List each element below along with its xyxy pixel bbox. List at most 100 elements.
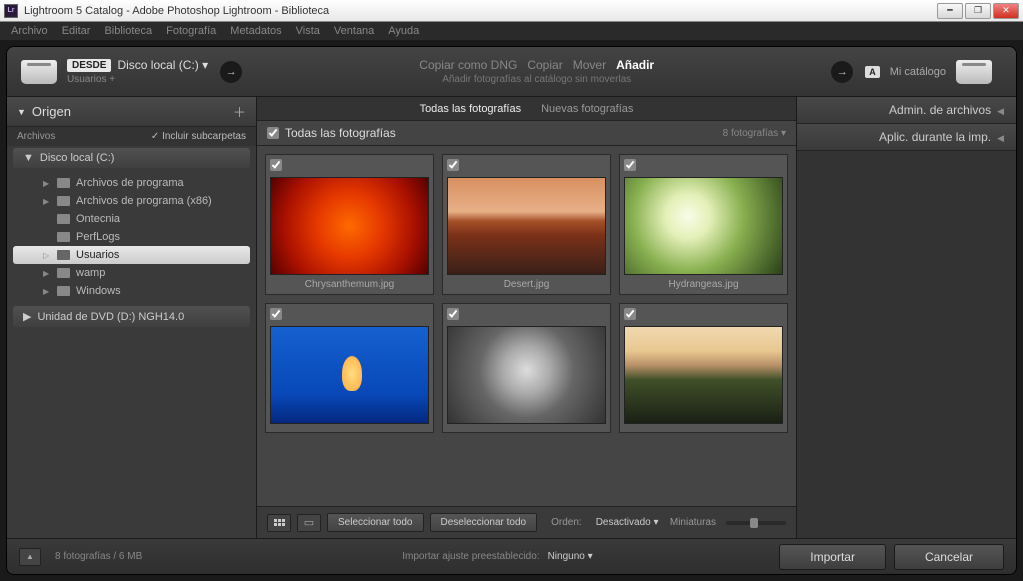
tree-item-archivos-programa-x86[interactable]: ▶Archivos de programa (x86) (7, 192, 256, 210)
source-badge: DESDE (67, 59, 111, 72)
source-arrow-icon: → (220, 61, 242, 83)
dest-shortcut: A (865, 66, 880, 78)
thumbnail-cell[interactable] (265, 303, 434, 433)
include-subfolders-toggle[interactable]: ✓ Incluir subcarpetas (151, 131, 246, 142)
dest-label[interactable]: Mi catálogo (890, 66, 946, 78)
apply-during-import-panel-header[interactable]: Aplic. durante la imp.◀ (797, 124, 1016, 151)
tree-item-wamp[interactable]: ▶wamp (7, 264, 256, 282)
preset-label: Importar ajuste preestablecido: (402, 551, 539, 562)
source-path[interactable]: Usuarios + (67, 74, 208, 85)
right-panel: Admin. de archivos◀ Aplic. durante la im… (796, 97, 1016, 538)
thumbnail-caption: Hydrangeas.jpg (624, 275, 783, 290)
menubar: Archivo Editar Biblioteca Fotografía Met… (0, 22, 1023, 40)
op-copy[interactable]: Copiar (527, 58, 562, 72)
view-grid-button[interactable] (267, 514, 291, 532)
thumbnail-caption: Chrysanthemum.jpg (270, 275, 429, 290)
thumbnail-caption (447, 424, 606, 428)
thumbnail-cell[interactable] (442, 303, 611, 433)
select-all-button[interactable]: Seleccionar todo (327, 513, 424, 532)
tree-dvd[interactable]: ▶ Unidad de DVD (D:) NGH14.0 (13, 306, 250, 327)
tab-all-photos[interactable]: Todas las fotografías (420, 103, 522, 115)
dest-arrow-icon: → (831, 61, 853, 83)
tree-item-ontecnia[interactable]: Ontecnia (7, 210, 256, 228)
status-text: 8 fotografías / 6 MB (55, 551, 142, 562)
thumbnail-image[interactable] (447, 326, 606, 424)
menu-ventana[interactable]: Ventana (327, 25, 381, 37)
thumbnail-image[interactable] (270, 326, 429, 424)
section-checkbox[interactable] (267, 127, 279, 139)
chevron-down-icon: ▼ (17, 107, 26, 117)
tree-item-usuarios[interactable]: ▷Usuarios (13, 246, 250, 264)
add-source-icon[interactable]: ＋ (233, 102, 246, 121)
folder-icon (57, 196, 70, 206)
menu-biblioteca[interactable]: Biblioteca (97, 25, 159, 37)
window-close-button[interactable]: ✕ (993, 3, 1019, 19)
menu-fotografia[interactable]: Fotografía (159, 25, 223, 37)
chevron-right-icon: ▶ (23, 310, 31, 323)
window-minimize-button[interactable]: ━ (937, 3, 963, 19)
folder-icon (57, 286, 70, 296)
chevron-down-icon: ▼ (23, 152, 34, 164)
folder-icon (57, 214, 70, 224)
menu-editar[interactable]: Editar (55, 25, 98, 37)
chevron-left-icon: ◀ (997, 106, 1004, 116)
thumbnail-cell[interactable]: Desert.jpg (442, 154, 611, 295)
thumbnail-caption: Desert.jpg (447, 275, 606, 290)
thumbnail-caption (624, 424, 783, 428)
thumbnail-image[interactable] (624, 177, 783, 275)
thumbnail-image[interactable] (270, 177, 429, 275)
menu-archivo[interactable]: Archivo (4, 25, 55, 37)
import-button[interactable]: Importar (779, 544, 886, 570)
thumbnail-checkbox[interactable] (624, 308, 636, 320)
collapse-bottom-button[interactable]: ▲ (19, 548, 41, 566)
window-titlebar: Lr Lightroom 5 Catalog - Adobe Photoshop… (0, 0, 1023, 22)
thumbnails-label: Miniaturas (670, 517, 716, 528)
left-panel: ▼ Origen ＋ Archivos ✓ Incluir subcarpeta… (7, 97, 257, 538)
archivos-label: Archivos (17, 131, 55, 142)
tree-item-windows[interactable]: ▶Windows (7, 282, 256, 300)
tree-item-perflogs[interactable]: PerfLogs (7, 228, 256, 246)
thumbnail-cell[interactable]: Hydrangeas.jpg (619, 154, 788, 295)
menu-ayuda[interactable]: Ayuda (381, 25, 426, 37)
chevron-left-icon: ◀ (997, 133, 1004, 143)
thumbnail-cell[interactable]: Chrysanthemum.jpg (265, 154, 434, 295)
op-subtitle: Añadir fotografías al catálogo sin mover… (254, 74, 819, 85)
view-loupe-button[interactable]: ▭ (297, 514, 321, 532)
tree-root[interactable]: ▼ Disco local (C:) (13, 148, 250, 168)
thumbnail-size-slider[interactable] (726, 521, 786, 525)
tree-item-archivos-programa[interactable]: ▶Archivos de programa (7, 174, 256, 192)
cancel-button[interactable]: Cancelar (894, 544, 1004, 570)
op-copy-dng[interactable]: Copiar como DNG (419, 58, 517, 72)
thumbnail-grid[interactable]: Chrysanthemum.jpg Desert.jpg Hydrangeas.jp… (257, 146, 796, 506)
thumbnail-image[interactable] (624, 326, 783, 424)
tree-root-label: Disco local (C:) (40, 152, 115, 164)
menu-metadatos[interactable]: Metadatos (223, 25, 288, 37)
op-move[interactable]: Mover (573, 58, 606, 72)
deselect-all-button[interactable]: Deseleccionar todo (430, 513, 538, 532)
dest-disk-icon (956, 60, 992, 84)
thumbnail-checkbox[interactable] (447, 159, 459, 171)
thumbnail-checkbox[interactable] (624, 159, 636, 171)
thumbnail-checkbox[interactable] (270, 159, 282, 171)
tab-new-photos[interactable]: Nuevas fotografías (541, 103, 633, 115)
menu-vista[interactable]: Vista (289, 25, 327, 37)
center-panel: Todas las fotografías Nuevas fotografías… (257, 97, 796, 538)
preset-select[interactable]: Ninguno ▾ (548, 551, 593, 562)
window-maximize-button[interactable]: ❐ (965, 3, 991, 19)
source-drive-select[interactable]: Disco local (C:) ▾ (117, 58, 208, 72)
window-title: Lightroom 5 Catalog - Adobe Photoshop Li… (24, 5, 329, 17)
thumbnail-cell[interactable] (619, 303, 788, 433)
import-header: DESDE Disco local (C:) ▾ Usuarios + → Co… (7, 47, 1016, 97)
thumbnail-checkbox[interactable] (270, 308, 282, 320)
bottom-bar: ▲ 8 fotografías / 6 MB Importar ajuste p… (7, 538, 1016, 574)
thumbnail-checkbox[interactable] (447, 308, 459, 320)
file-admin-panel-header[interactable]: Admin. de archivos◀ (797, 97, 1016, 124)
op-add[interactable]: Añadir (616, 58, 654, 72)
origin-panel-header[interactable]: ▼ Origen ＋ (7, 97, 256, 127)
thumbnail-image[interactable] (447, 177, 606, 275)
section-count[interactable]: 8 fotografías ▾ (723, 128, 786, 139)
source-disk-icon (21, 60, 57, 84)
order-select[interactable]: Desactivado ▾ (596, 517, 659, 528)
grid-toolbar: ▭ Seleccionar todo Deseleccionar todo Or… (257, 506, 796, 538)
folder-icon (57, 178, 70, 188)
